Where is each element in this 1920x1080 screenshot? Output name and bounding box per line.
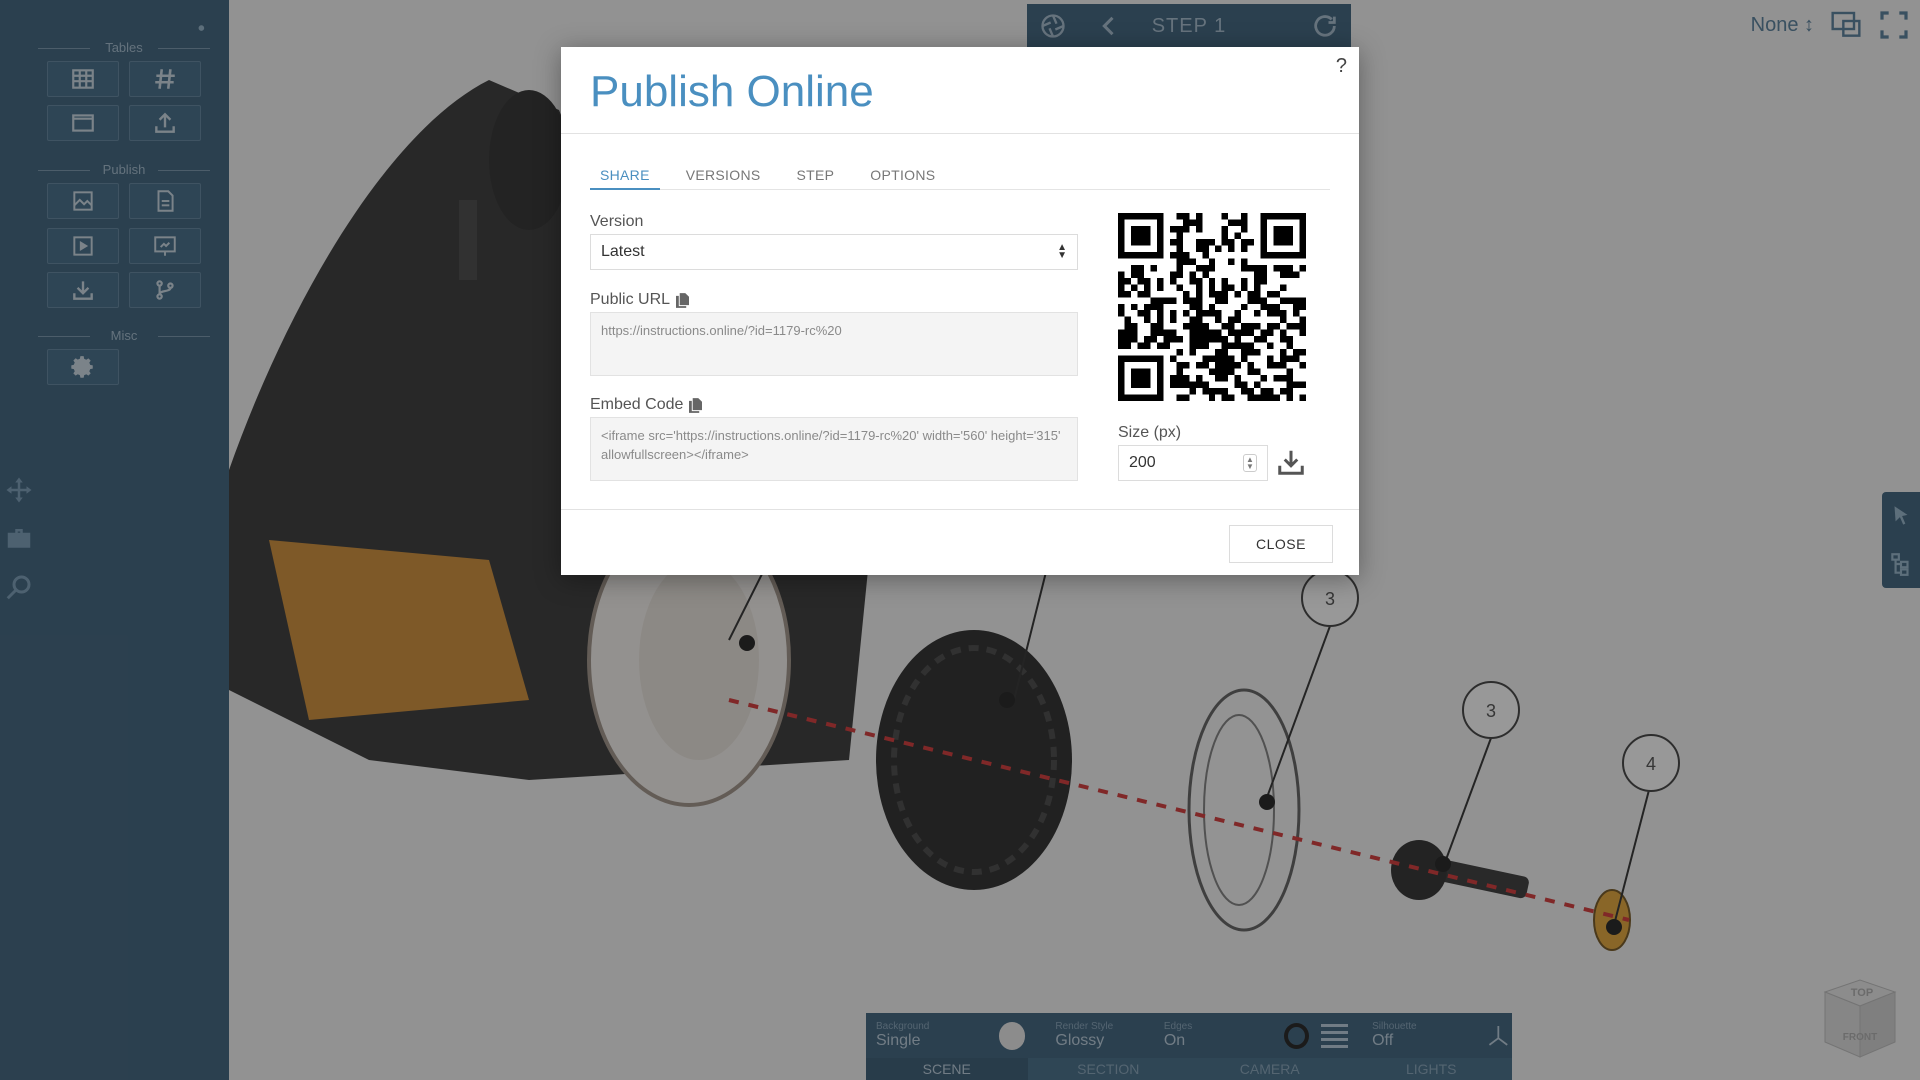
tab-options[interactable]: OPTIONS bbox=[860, 167, 945, 190]
footer-divider bbox=[561, 509, 1359, 510]
size-input[interactable]: 200 ▲ ▼ bbox=[1118, 445, 1268, 481]
dialog-tabs: SHARE VERSIONS STEP OPTIONS bbox=[590, 167, 1330, 190]
download-qr-icon[interactable] bbox=[1276, 447, 1306, 477]
version-select[interactable]: Latest ▲ ▼ bbox=[590, 234, 1078, 270]
size-value: 200 bbox=[1129, 454, 1156, 471]
publish-online-dialog: ? Publish Online SHARE VERSIONS STEP OPT… bbox=[561, 47, 1359, 575]
header-divider bbox=[561, 133, 1359, 134]
tab-step[interactable]: STEP bbox=[787, 167, 845, 190]
copy-embed-icon[interactable] bbox=[689, 397, 703, 413]
close-button[interactable]: CLOSE bbox=[1229, 525, 1333, 563]
version-label: Version bbox=[590, 213, 644, 230]
public-url-label: Public URL bbox=[590, 291, 690, 309]
public-url-field[interactable]: https://instructions.online/?id=1179-rc%… bbox=[590, 312, 1078, 376]
qr-code bbox=[1118, 213, 1306, 401]
size-stepper[interactable]: ▲ ▼ bbox=[1243, 454, 1257, 472]
embed-code-field[interactable]: <iframe src='https://instructions.online… bbox=[590, 417, 1078, 481]
dialog-title: Publish Online bbox=[590, 67, 874, 116]
tab-share[interactable]: SHARE bbox=[590, 167, 660, 190]
help-button[interactable]: ? bbox=[1336, 55, 1347, 78]
select-arrows-icon: ▲ ▼ bbox=[1057, 242, 1067, 261]
embed-code-label: Embed Code bbox=[590, 396, 703, 414]
size-label: Size (px) bbox=[1118, 424, 1182, 441]
tab-versions[interactable]: VERSIONS bbox=[676, 167, 771, 190]
version-select-value: Latest bbox=[601, 243, 645, 260]
copy-url-icon[interactable] bbox=[676, 292, 690, 308]
